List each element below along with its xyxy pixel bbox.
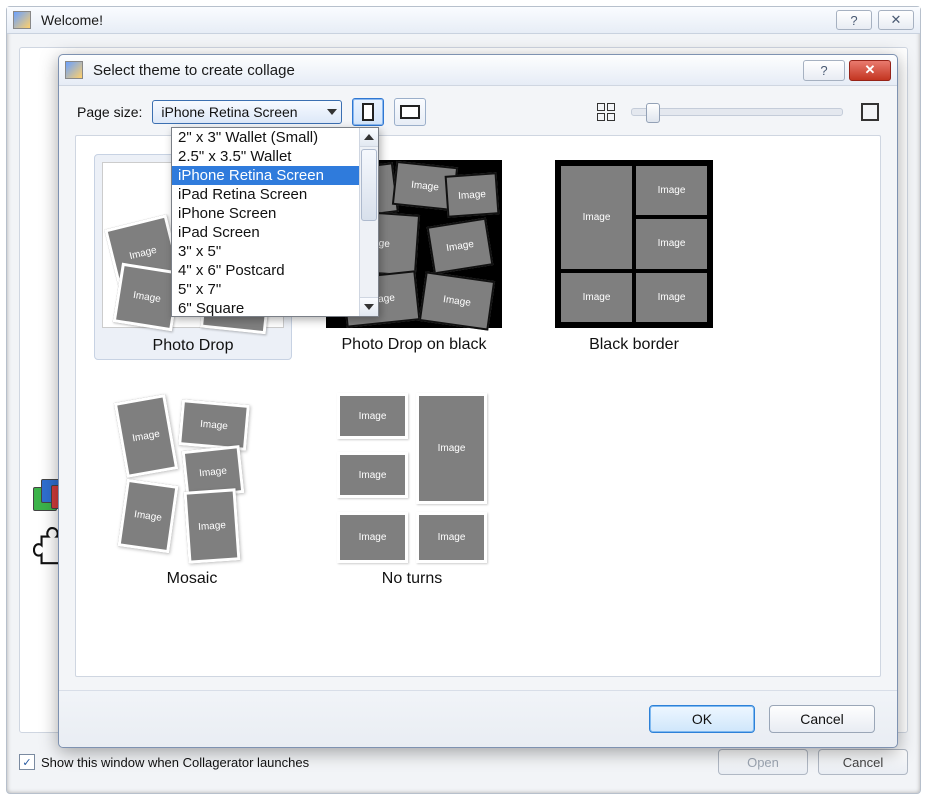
ok-button[interactable]: OK [649, 705, 755, 733]
theme-no-turns[interactable]: Image Image Image Image Image No turns [314, 388, 510, 588]
landscape-icon [400, 105, 420, 119]
page-size-option[interactable]: 3" x 5" [172, 242, 378, 261]
scroll-up-icon[interactable] [360, 128, 378, 147]
page-size-option-list: 2" x 3" Wallet (Small) 2.5" x 3.5" Walle… [172, 128, 378, 316]
dropdown-scrollbar[interactable] [359, 128, 378, 316]
page-size-combobox[interactable]: iPhone Retina Screen [152, 100, 342, 124]
welcome-footer: ✓ Show this window when Collagerator lau… [19, 745, 908, 779]
app-icon [13, 11, 31, 29]
page-size-option[interactable]: 2" x 3" Wallet (Small) [172, 128, 378, 147]
slider-thumb[interactable] [646, 103, 660, 123]
dialog-footer: OK Cancel [59, 690, 897, 747]
show-on-launch-checkbox[interactable]: ✓ [19, 754, 35, 770]
open-button[interactable]: Open [718, 749, 808, 775]
theme-caption: Black border [536, 336, 732, 354]
theme-caption: Photo Drop [95, 337, 291, 355]
theme-preview: Image Image Image Image Image [94, 388, 290, 568]
page-size-value: iPhone Retina Screen [161, 104, 297, 120]
page-size-option[interactable]: 5" x 7" [172, 280, 378, 299]
page-size-option[interactable]: 2.5" x 3.5" Wallet [172, 147, 378, 166]
grid-size-icon [597, 103, 615, 121]
page-size-option[interactable]: 6" Square [172, 299, 378, 316]
portrait-icon [362, 103, 374, 121]
dialog-toolbar: Page size: iPhone Retina Screen [59, 86, 897, 132]
theme-black-border[interactable]: Image Image Image Image Image Black bord… [536, 154, 732, 354]
welcome-title: Welcome! [37, 12, 103, 28]
welcome-cancel-button[interactable]: Cancel [818, 749, 908, 775]
theme-caption: No turns [314, 570, 510, 588]
scroll-thumb[interactable] [361, 149, 377, 221]
page-size-dropdown: 2" x 3" Wallet (Small) 2.5" x 3.5" Walle… [171, 127, 379, 317]
large-thumb-icon [861, 103, 879, 121]
theme-preview: Image Image Image Image Image [314, 388, 510, 568]
theme-preview: Image Image Image Image Image [536, 154, 732, 334]
theme-caption: Photo Drop on black [316, 336, 512, 354]
page-size-option[interactable]: 4" x 6" Postcard [172, 261, 378, 280]
dialog-title: Select theme to create collage [89, 62, 295, 79]
theme-mosaic[interactable]: Image Image Image Image Image Mosaic [94, 388, 290, 588]
dialog-close-button[interactable]: ✕ [849, 60, 891, 81]
select-theme-dialog: Select theme to create collage ? ✕ Page … [58, 54, 898, 748]
dialog-titlebar: Select theme to create collage ? ✕ [59, 55, 897, 86]
help-button[interactable]: ? [836, 10, 872, 30]
page-size-option[interactable]: iPad Screen [172, 223, 378, 242]
show-on-launch-label: Show this window when Collagerator launc… [41, 755, 309, 770]
chevron-down-icon [327, 109, 337, 115]
close-window-button[interactable]: ✕ [878, 10, 914, 30]
theme-caption: Mosaic [94, 570, 290, 588]
dialog-app-icon [65, 61, 83, 79]
scroll-down-icon[interactable] [360, 297, 378, 316]
cancel-button[interactable]: Cancel [769, 705, 875, 733]
page-size-option[interactable]: iPhone Retina Screen [172, 166, 378, 185]
orientation-portrait-button[interactable] [352, 98, 384, 126]
page-size-label: Page size: [77, 104, 142, 120]
thumbnail-size-slider[interactable] [631, 108, 843, 116]
welcome-titlebar: Welcome! ? ✕ [7, 7, 920, 34]
orientation-landscape-button[interactable] [394, 98, 426, 126]
dialog-help-button[interactable]: ? [803, 60, 845, 81]
page-size-option[interactable]: iPad Retina Screen [172, 185, 378, 204]
page-size-option[interactable]: iPhone Screen [172, 204, 378, 223]
